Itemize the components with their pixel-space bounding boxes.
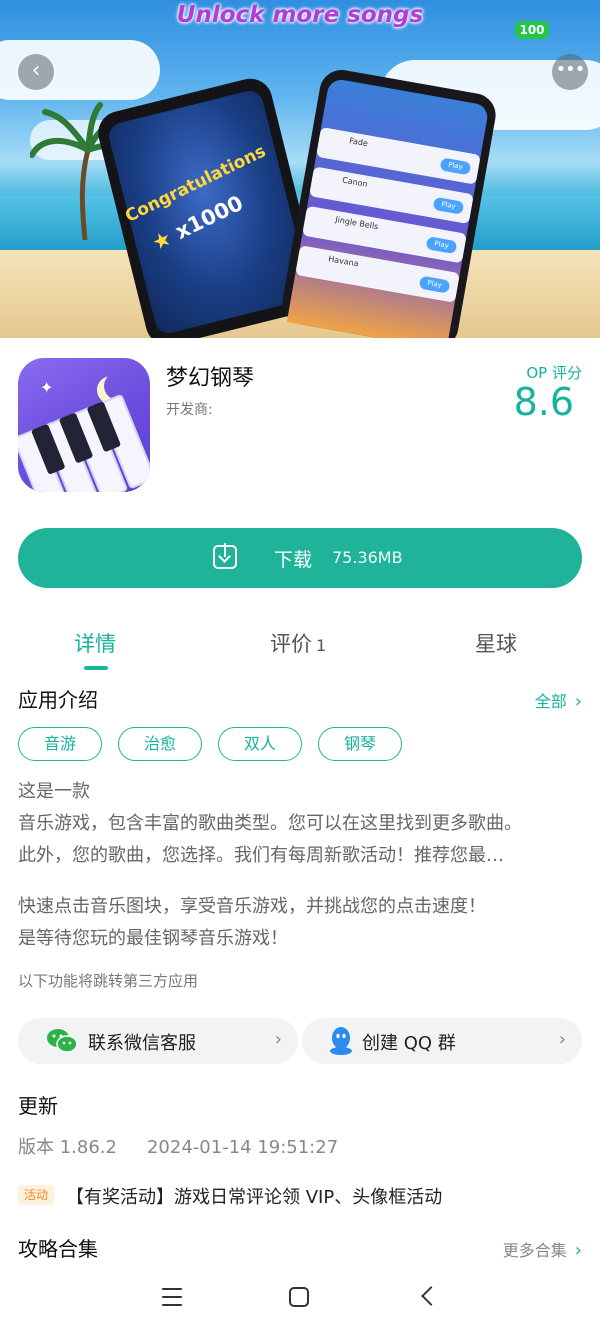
wechat-service-button[interactable]: 联系微信客服 › <box>18 1018 298 1064</box>
back-icon[interactable] <box>421 1286 441 1306</box>
tag-item[interactable]: 音游 <box>18 727 102 761</box>
download-size: 75.36MB <box>332 548 403 567</box>
battery-badge: 100 <box>515 21 549 39</box>
download-button[interactable]: 下载 75.36MB <box>18 528 582 588</box>
star-icon: ✦ <box>40 378 54 397</box>
review-count: 1 <box>316 636 327 655</box>
intro-line: 此外，您的歌曲，您选择。我们有每周新歌活动！推荐您最… <box>18 845 504 866</box>
tab-planet[interactable]: 星球 <box>475 628 517 658</box>
activity-badge: 活动 <box>18 1185 54 1205</box>
piano-keys <box>18 385 150 492</box>
menu-icon[interactable] <box>162 1288 182 1312</box>
developer-label: 开发商: <box>166 402 213 418</box>
tab-active-indicator <box>84 666 108 670</box>
home-icon[interactable] <box>289 1287 309 1307</box>
version-info: 版本 1.86.2 2024-01-14 19:51:27 <box>18 1133 338 1159</box>
tag-item[interactable]: 钢琴 <box>318 727 402 761</box>
intro-line: 音乐游戏，包含丰富的歌曲类型。您可以在这里找到更多歌曲。 <box>18 813 522 834</box>
more-guides-link[interactable]: 更多合集 › <box>503 1237 582 1261</box>
qq-icon <box>330 1027 352 1055</box>
more-options-button[interactable]: ••• <box>552 54 588 90</box>
chevron-right-icon: › <box>274 1029 282 1050</box>
tab-details[interactable]: 详情 <box>74 628 116 658</box>
intro-all-link[interactable]: 全部 › <box>535 688 582 712</box>
intro-title: 应用介绍 <box>18 688 98 712</box>
app-icon: ✦ ✦ ✦ <box>18 358 150 492</box>
more-dots-icon: ••• <box>555 59 586 80</box>
banner-title: Unlock more songs <box>176 2 424 28</box>
guides-title: 攻略合集 <box>18 1237 98 1261</box>
app-name: 梦幻钢琴 <box>166 366 255 391</box>
back-button[interactable]: ‹ <box>18 54 54 90</box>
version-number: 版本 1.86.2 <box>18 1137 117 1158</box>
create-qq-group-button[interactable]: 创建 QQ 群 › <box>302 1018 582 1064</box>
chevron-left-icon: ‹ <box>31 58 41 83</box>
update-title: 更新 <box>18 1094 58 1118</box>
activity-link[interactable]: 【有奖活动】游戏日常评论领 VIP、头像框活动 <box>66 1183 442 1209</box>
score-value: 8.6 <box>513 380 574 424</box>
tag-item[interactable]: 双人 <box>218 727 302 761</box>
intro-line: 快速点击音乐图块，享受音乐游戏，并挑战您的点击速度！ <box>18 896 486 917</box>
update-date: 2024-01-14 19:51:27 <box>146 1137 339 1158</box>
intro-line: 这是一款 <box>18 781 90 802</box>
third-party-note: 以下功能将跳转第三方应用 <box>18 972 199 990</box>
chevron-right-icon: › <box>574 691 582 712</box>
tab-reviews[interactable]: 评价 1 <box>270 628 326 658</box>
chevron-right-icon: › <box>574 1240 582 1261</box>
promo-banner: Unlock more songs Congratulations ★ x100… <box>0 0 600 338</box>
qq-group-label: 创建 QQ 群 <box>362 1033 456 1054</box>
download-icon <box>213 543 237 569</box>
wechat-service-label: 联系微信客服 <box>88 1033 196 1054</box>
intro-line: 是等待您玩的最佳钢琴音乐游戏！ <box>18 928 288 949</box>
wechat-icon <box>47 1029 78 1053</box>
download-label: 下载 <box>274 549 313 571</box>
tag-item[interactable]: 治愈 <box>118 727 202 761</box>
system-nav-bar <box>0 1268 600 1333</box>
chevron-right-icon: › <box>558 1029 566 1050</box>
